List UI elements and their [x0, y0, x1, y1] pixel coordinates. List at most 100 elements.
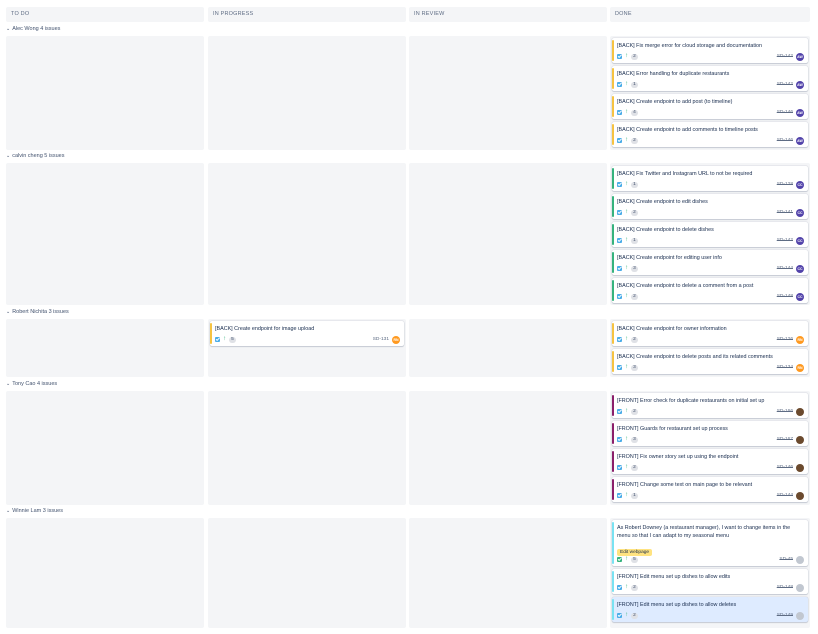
priority-arrow-icon: ↑ [625, 464, 628, 470]
issue-card[interactable]: [FRONT] Error check for duplicate restau… [612, 393, 808, 418]
issue-title: [BACK] Create endpoint to delete a comme… [617, 283, 754, 289]
lane-in-review [409, 391, 607, 505]
issue-card[interactable]: [BACK] Create endpoint to add post (to t… [612, 94, 808, 119]
issue-key[interactable]: SD-144 [777, 492, 793, 499]
swimlane-header[interactable]: ⌄ Winnie Lam 3 issues [6, 507, 63, 516]
lane-todo [6, 391, 204, 505]
lane-in-review [409, 36, 607, 150]
avatar[interactable]: RN [796, 364, 804, 372]
issue-card[interactable]: [BACK] Fix Twitter and Instagram URL to … [612, 166, 808, 191]
avatar[interactable]: CC [796, 209, 804, 217]
issue-card[interactable]: [BACK] Create endpoint to add comments t… [612, 122, 808, 147]
issue-card[interactable]: [BACK] Create endpoint for editing user … [612, 250, 808, 275]
avatar[interactable] [796, 612, 804, 620]
issue-key[interactable]: SD-149 [777, 612, 793, 619]
avatar[interactable] [796, 408, 804, 416]
issue-title: As Robert Downey (a restaurant manager),… [617, 525, 791, 539]
swimlane-header[interactable]: ⌄ Alec Wong 4 issues [6, 25, 60, 34]
chevron-down-icon[interactable]: ⌄ [6, 152, 10, 161]
story-points-badge: 2 [631, 612, 638, 619]
epic-color-bar [612, 479, 614, 500]
issue-title: [BACK] Create endpoint to edit dishes [617, 199, 708, 205]
avatar[interactable] [796, 492, 804, 500]
issue-key[interactable]: SD-141 [777, 209, 793, 216]
issue-card-selected[interactable]: [FRONT] Edit menu set up dishes to allow… [612, 597, 808, 622]
priority-arrow-icon: ↑ [625, 209, 628, 215]
issue-key[interactable]: SD-142 [777, 81, 793, 88]
issue-card[interactable]: [BACK] Error handling for duplicate rest… [612, 66, 808, 91]
issue-card[interactable]: [FRONT] Guards for restaurant set up pro… [612, 421, 808, 446]
issue-card[interactable]: [BACK] Create endpoint for owner informa… [612, 321, 808, 346]
task-icon [617, 409, 622, 414]
issue-key[interactable]: SD-128 [777, 181, 793, 188]
task-icon [617, 266, 622, 271]
avatar[interactable] [796, 436, 804, 444]
story-points-badge: 2 [631, 53, 638, 60]
issue-key[interactable]: SD-144 [777, 265, 793, 272]
issue-card[interactable]: [BACK] Create endpoint for image upload … [210, 321, 404, 346]
chevron-down-icon[interactable]: ⌄ [6, 380, 10, 389]
epic-color-bar [612, 323, 614, 344]
lane-todo [6, 163, 204, 305]
epic-label[interactable]: Edit webpage [617, 549, 653, 556]
issue-key[interactable]: SD-166 [777, 408, 793, 415]
task-icon [617, 337, 622, 342]
avatar[interactable]: CC [796, 181, 804, 189]
epic-color-bar [612, 522, 614, 564]
lane-todo [6, 319, 204, 377]
task-icon [617, 365, 622, 370]
issue-card-story[interactable]: As Robert Downey (a restaurant manager),… [612, 520, 808, 566]
issue-key[interactable]: SD-146 [777, 464, 793, 471]
issue-key[interactable]: SD-126 [777, 336, 793, 343]
task-icon [617, 82, 622, 87]
avatar[interactable]: CC [796, 293, 804, 301]
lane-in-review [409, 163, 607, 305]
column-header-done: DONE [610, 7, 810, 22]
swimlane-header[interactable]: ⌄ calvin cheng 5 issues [6, 152, 64, 161]
avatar[interactable]: AW [796, 137, 804, 145]
issue-card[interactable]: [BACK] Create endpoint to delete posts a… [612, 349, 808, 374]
priority-arrow-icon: ↑ [625, 81, 628, 87]
chevron-down-icon[interactable]: ⌄ [6, 308, 10, 317]
issue-title: [BACK] Error handling for duplicate rest… [617, 71, 730, 77]
issue-card[interactable]: [BACK] Create endpoint to delete dishes … [612, 222, 808, 247]
epic-color-bar [612, 68, 614, 89]
chevron-down-icon[interactable]: ⌄ [6, 25, 10, 34]
avatar[interactable] [796, 556, 804, 564]
priority-arrow-icon: ↑ [625, 612, 628, 618]
task-icon [617, 138, 622, 143]
issue-card[interactable]: [FRONT] Edit menu set up dishes to allow… [612, 569, 808, 594]
issue-card[interactable]: [FRONT] Change some text on main page to… [612, 477, 808, 502]
issue-card[interactable]: [BACK] Fix merge error for cloud storage… [612, 38, 808, 63]
issue-key[interactable]: SD-167 [777, 436, 793, 443]
issue-key[interactable]: SD-142 [777, 237, 793, 244]
issue-key[interactable]: SD-45 [779, 556, 793, 563]
avatar[interactable]: RN [392, 336, 400, 344]
issue-key[interactable]: SD-134 [777, 364, 793, 371]
avatar[interactable]: CC [796, 265, 804, 273]
avatar[interactable]: AW [796, 53, 804, 61]
avatar[interactable] [796, 584, 804, 592]
issue-key[interactable]: SD-131 [373, 336, 389, 343]
issue-key[interactable]: SD-142 [777, 53, 793, 60]
issue-key[interactable]: SD-146 [777, 109, 793, 116]
issue-key[interactable]: SD-148 [777, 584, 793, 591]
avatar[interactable]: AW [796, 109, 804, 117]
avatar[interactable]: AW [796, 81, 804, 89]
column-header-in-progress: IN PROGRESS [208, 7, 406, 22]
swimlane-header[interactable]: ⌄ Tony Cao 4 issues [6, 380, 57, 389]
avatar[interactable] [796, 464, 804, 472]
swimlane-header[interactable]: ⌄ Robert Nichita 3 issues [6, 308, 69, 317]
issue-title: [BACK] Create endpoint for editing user … [617, 255, 722, 261]
issue-card[interactable]: [BACK] Create endpoint to edit dishes ↑ 2… [612, 194, 808, 219]
issue-key[interactable]: SD-148 [777, 293, 793, 300]
issue-card[interactable]: [FRONT] Fix owner story set up using the… [612, 449, 808, 474]
story-points-badge: 1 [631, 492, 638, 499]
issue-key[interactable]: SD-146 [777, 137, 793, 144]
avatar[interactable]: RN [796, 336, 804, 344]
chevron-down-icon[interactable]: ⌄ [6, 507, 10, 516]
lane-todo [6, 36, 204, 150]
issue-card[interactable]: [BACK] Create endpoint to delete a comme… [612, 278, 808, 303]
avatar[interactable]: CC [796, 237, 804, 245]
column-header-in-review: IN REVIEW [409, 7, 607, 22]
